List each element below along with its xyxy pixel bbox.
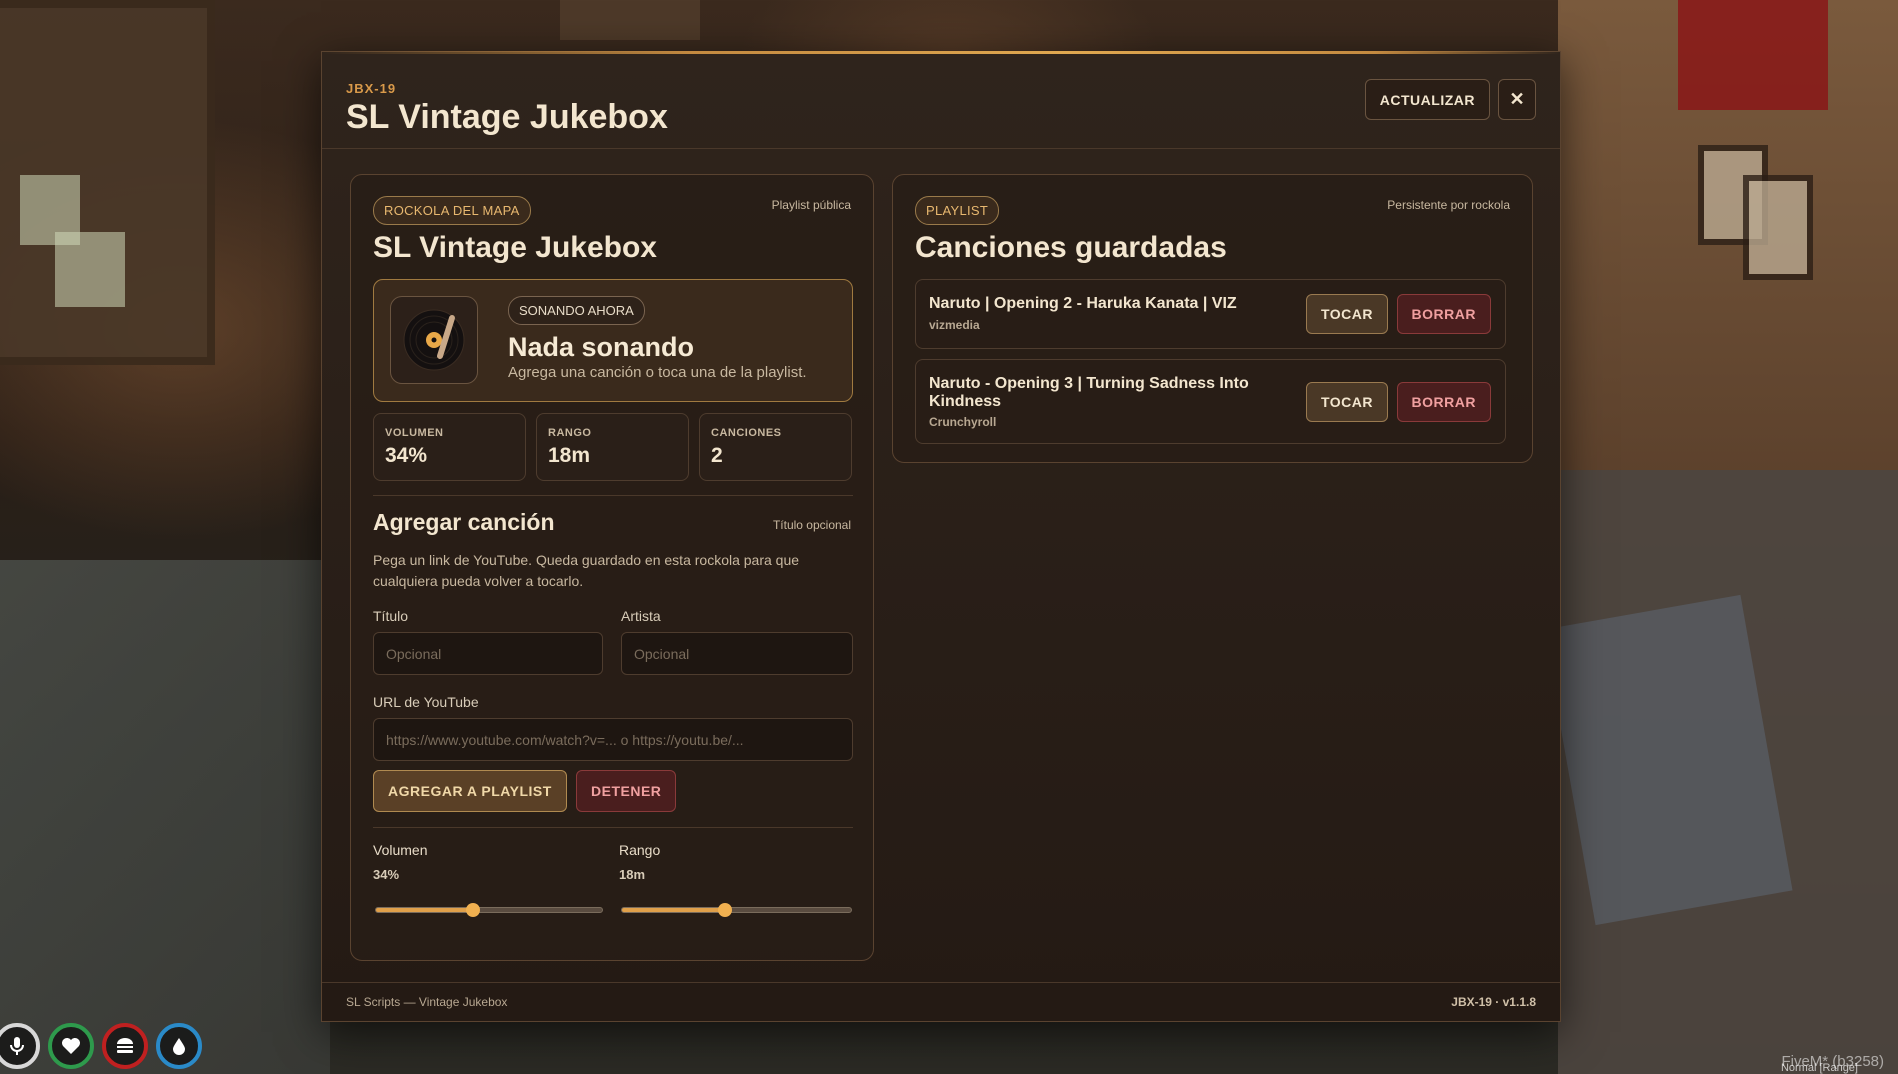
jukebox-modal: JBX-19 SL Vintage Jukebox ACTUALIZAR ✕ R… xyxy=(321,51,1561,1022)
add-to-playlist-button[interactable]: AGREGAR A PLAYLIST xyxy=(373,770,567,812)
background-lamp xyxy=(560,0,700,40)
playlist-card: PLAYLIST Persistente por rockola Cancion… xyxy=(892,174,1533,463)
close-button[interactable]: ✕ xyxy=(1498,79,1536,120)
now-playing-panel: SONANDO AHORA Nada sonando Agrega una ca… xyxy=(373,279,853,402)
stat-value: 34% xyxy=(385,444,428,467)
microphone-icon xyxy=(0,1023,40,1069)
stat-label: VOLUMEN xyxy=(385,427,444,439)
title-label: Título xyxy=(373,608,409,624)
play-song-button[interactable]: TOCAR xyxy=(1305,294,1388,334)
voice-range-indicator: Normal [Range] xyxy=(1780,1062,1858,1074)
volume-slider-value: 34% xyxy=(373,867,400,882)
background-note xyxy=(55,232,125,307)
play-song-button[interactable]: TOCAR xyxy=(1305,382,1388,422)
vinyl-icon xyxy=(390,296,478,384)
volume-slider[interactable] xyxy=(375,903,603,917)
close-icon: ✕ xyxy=(1509,89,1525,109)
song-title: Naruto - Opening 3 | Turning Sadness Int… xyxy=(929,375,1249,410)
background-picture-frame xyxy=(1743,175,1813,280)
footer-version: JBX-19 · v1.1.8 xyxy=(1451,995,1536,1009)
stat-range: RANGO 18m xyxy=(536,413,689,481)
delete-song-button[interactable]: BORRAR xyxy=(1396,294,1491,334)
add-song-title: Agregar canción xyxy=(373,509,555,535)
range-slider-thumb[interactable] xyxy=(718,903,733,917)
range-slider-value: 18m xyxy=(619,867,646,882)
playlist-badge: PLAYLIST xyxy=(915,196,1000,225)
range-slider-fill xyxy=(622,908,726,912)
jukebox-card: ROCKOLA DEL MAPA Playlist pública SL Vin… xyxy=(350,174,874,961)
heart-icon xyxy=(48,1023,94,1069)
youtube-url-input[interactable]: https://www.youtube.com/watch?v=... o ht… xyxy=(373,718,853,761)
stat-songs: CANCIONES 2 xyxy=(699,413,852,481)
stat-label: RANGO xyxy=(548,427,592,439)
range-slider[interactable] xyxy=(621,903,852,917)
now-playing-subtitle: Agrega una canción o toca una de la play… xyxy=(508,364,807,381)
song-title: Naruto | Opening 2 - Haruka Kanata | VIZ xyxy=(929,295,1237,312)
song-artist: Crunchyroll xyxy=(929,415,997,429)
playlist-visibility: Playlist pública xyxy=(771,198,851,212)
divider xyxy=(373,827,853,828)
jukebox-code: JBX-19 xyxy=(346,81,397,96)
stat-value: 18m xyxy=(548,444,591,467)
footer-brand: SL Scripts — Vintage Jukebox xyxy=(346,995,508,1009)
artist-label: Artista xyxy=(621,608,661,624)
background-floor xyxy=(0,560,330,1074)
volume-slider-thumb[interactable] xyxy=(466,903,481,917)
player-hud xyxy=(0,1023,202,1069)
stop-button[interactable]: DETENER xyxy=(576,770,677,812)
now-playing-title: Nada sonando xyxy=(508,332,695,362)
playlist-song: Naruto | Opening 2 - Haruka Kanata | VIZ… xyxy=(915,279,1506,349)
delete-song-button[interactable]: BORRAR xyxy=(1396,382,1491,422)
title-input[interactable]: Opcional xyxy=(373,632,603,675)
playlist-persistence: Persistente por rockola xyxy=(1387,198,1510,212)
stat-value: 2 xyxy=(711,444,723,467)
song-artist: vizmedia xyxy=(929,318,980,332)
water-drop-icon xyxy=(156,1023,202,1069)
map-jukebox-badge: ROCKOLA DEL MAPA xyxy=(373,196,531,225)
add-song-meta: Título opcional xyxy=(772,518,851,532)
volume-slider-fill xyxy=(376,908,474,912)
stat-volume: VOLUMEN 34% xyxy=(373,413,526,481)
divider xyxy=(373,495,853,496)
add-song-description: Pega un link de YouTube. Queda guardado … xyxy=(373,552,800,589)
range-slider-label: Rango xyxy=(619,842,661,858)
modal-title: SL Vintage Jukebox xyxy=(346,98,668,136)
artist-input[interactable]: Opcional xyxy=(621,632,853,675)
volume-slider-label: Volumen xyxy=(373,842,428,858)
playlist-song: Naruto - Opening 3 | Turning Sadness Int… xyxy=(915,359,1506,444)
playlist-title: Canciones guardadas xyxy=(915,231,1227,264)
modal-footer: SL Scripts — Vintage Jukebox JBX-19 · v1… xyxy=(322,982,1560,1021)
background-curtain xyxy=(1678,0,1828,110)
now-playing-badge: SONANDO AHORA xyxy=(508,296,645,325)
refresh-button[interactable]: ACTUALIZAR xyxy=(1364,79,1490,120)
stat-label: CANCIONES xyxy=(711,427,782,439)
modal-header: JBX-19 SL Vintage Jukebox ACTUALIZAR ✕ xyxy=(322,52,1560,149)
burger-icon xyxy=(102,1023,148,1069)
jukebox-name: SL Vintage Jukebox xyxy=(373,231,657,264)
url-label: URL de YouTube xyxy=(373,694,479,710)
